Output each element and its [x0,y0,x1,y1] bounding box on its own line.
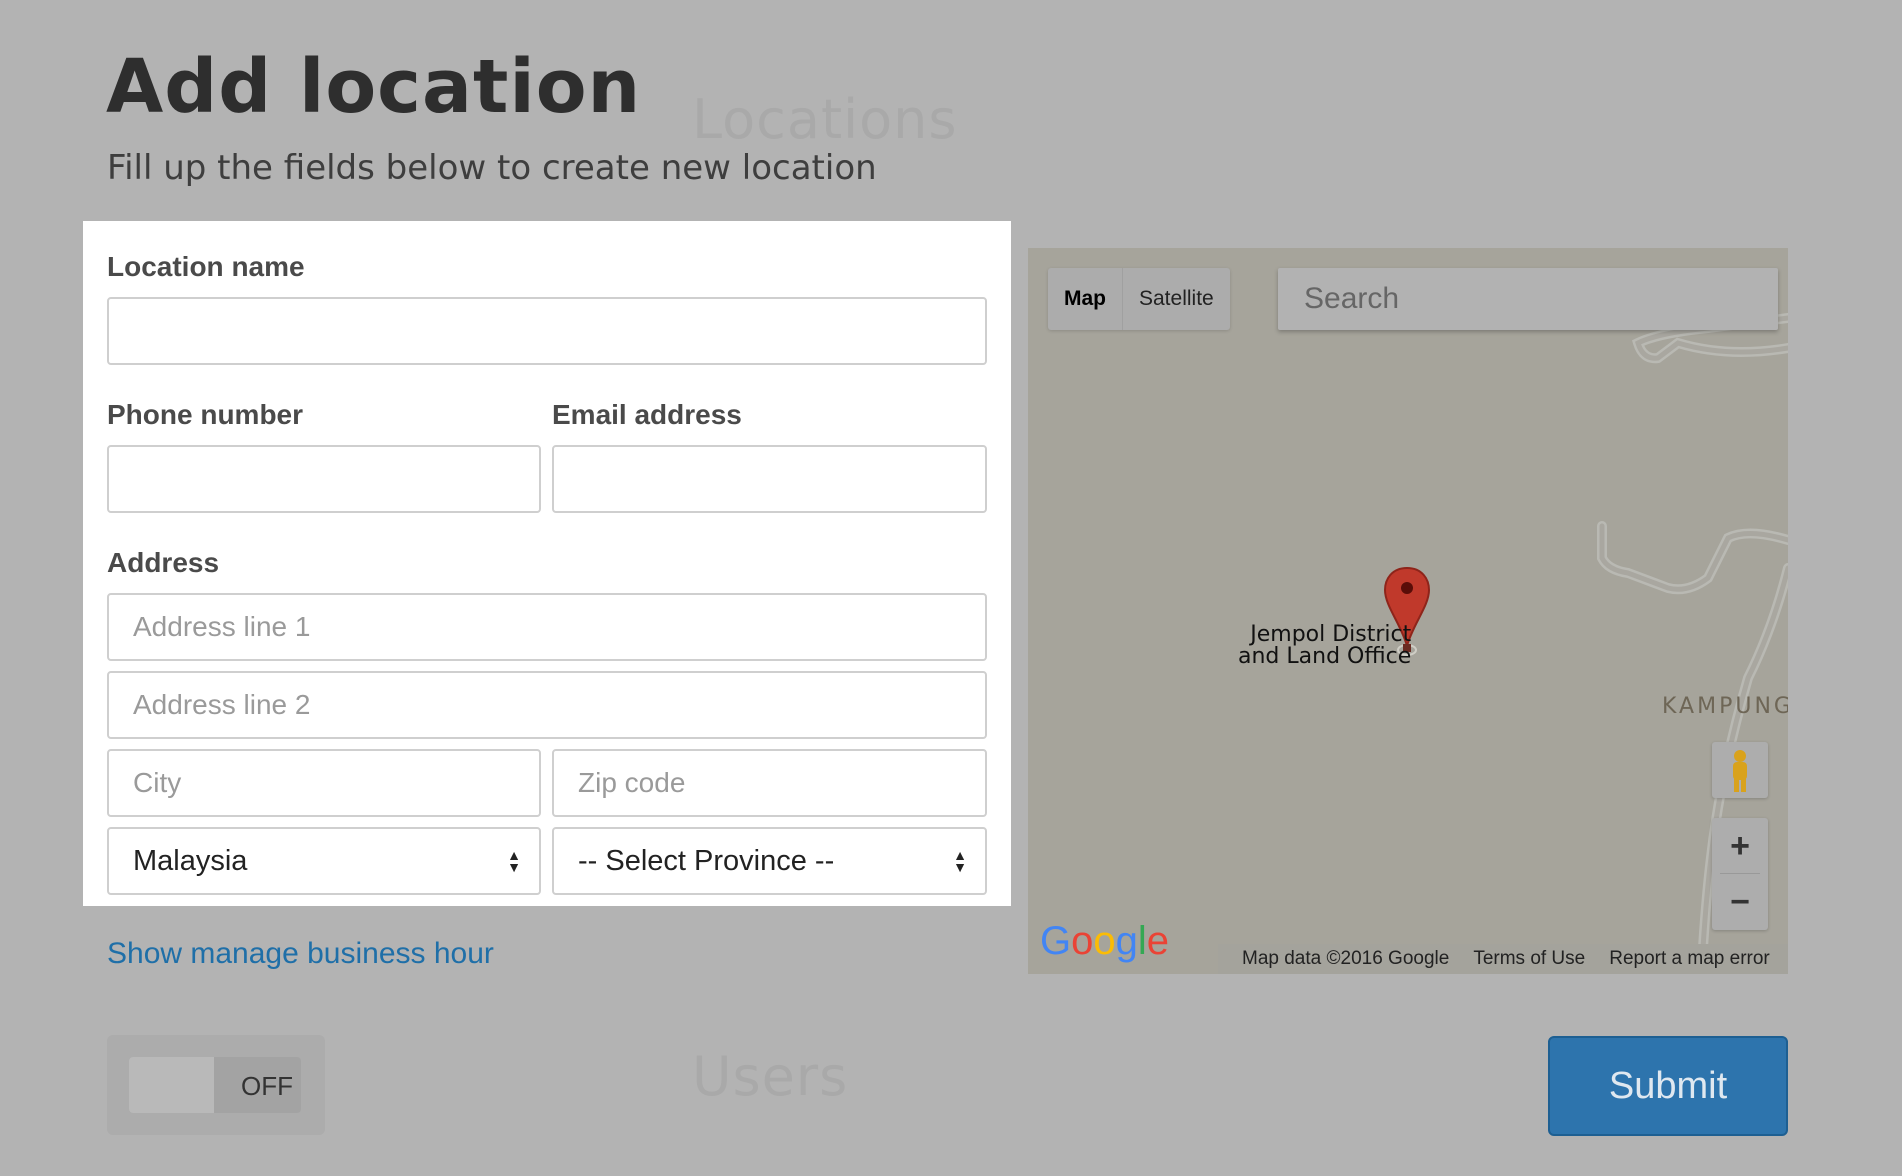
google-logo-letter: l [1137,919,1147,963]
zoom-in-button[interactable]: + [1712,818,1768,874]
google-logo-text: Google [1040,919,1169,963]
submit-button[interactable]: Submit [1548,1036,1788,1136]
phone-number-input[interactable] [107,445,541,513]
toggle-state-label: OFF [241,1071,293,1101]
address-label: Address [107,547,220,578]
map-terms-link[interactable]: Terms of Use [1473,948,1585,970]
map-type-map-button[interactable]: Map [1048,268,1122,330]
province-select-value: -- Select Province -- [578,844,835,877]
map-zoom-control: + − [1712,818,1768,930]
page-subtitle: Fill up the fields below to create new l… [107,148,877,188]
phone-number-label: Phone number [107,399,304,430]
location-name-label: Location name [107,251,305,282]
zip-code-input[interactable] [552,749,987,817]
map-report-error-link[interactable]: Report a map error [1609,948,1770,970]
status-toggle[interactable]: OFF [129,1057,301,1113]
country-select[interactable]: Malaysia ▲ ▼ [107,827,541,895]
map-panel[interactable]: Map Satellite Search Jempol District and… [1028,248,1788,974]
address-line1-input[interactable] [107,593,987,661]
zoom-out-button[interactable]: − [1712,874,1768,930]
map-footer: Map data ©2016 Google Terms of Use Repor… [1218,944,1788,974]
google-logo-letter: o [1071,919,1094,963]
province-select[interactable]: -- Select Province -- ▲ ▼ [552,827,987,895]
map-type-satellite-button[interactable]: Satellite [1123,268,1230,330]
page-title: Add location [106,44,642,130]
street-view-pegman-icon[interactable] [1712,742,1768,798]
map-place-label-line2: and Land Office [1238,644,1412,669]
map-type-control: Map Satellite [1048,268,1230,330]
pegman-icon [1733,750,1747,792]
location-name-input[interactable] [107,297,987,365]
map-search-input[interactable]: Search [1278,268,1778,330]
background-section-locations: Locations [692,88,958,151]
google-logo-letter: G [1040,919,1072,963]
select-arrows-icon: ▲ ▼ [953,847,967,875]
background-section-users: Users [692,1045,849,1108]
google-logo-letter: o [1093,919,1116,963]
country-select-value: Malaysia [133,844,248,877]
status-toggle-container: OFF [107,1035,325,1135]
google-logo: Google [1040,919,1169,964]
show-manage-business-hour-link[interactable]: Show manage business hour [107,937,494,971]
map-area-label: KAMPUNG [1662,694,1788,719]
location-form-card: Location name Phone number Email address… [83,221,1011,906]
google-logo-letter: g [1115,919,1138,963]
map-data-attribution: Map data ©2016 Google [1242,948,1450,969]
email-address-label: Email address [552,399,742,430]
address-line2-input[interactable] [107,671,987,739]
map-place-label-line1: Jempol District [1250,622,1412,647]
email-address-input[interactable] [552,445,987,513]
map-place-label: Jempol District and Land Office [1238,624,1411,668]
toggle-knob [129,1057,214,1113]
select-arrows-icon: ▲ ▼ [507,847,521,875]
city-input[interactable] [107,749,541,817]
google-logo-letter: e [1146,919,1170,963]
